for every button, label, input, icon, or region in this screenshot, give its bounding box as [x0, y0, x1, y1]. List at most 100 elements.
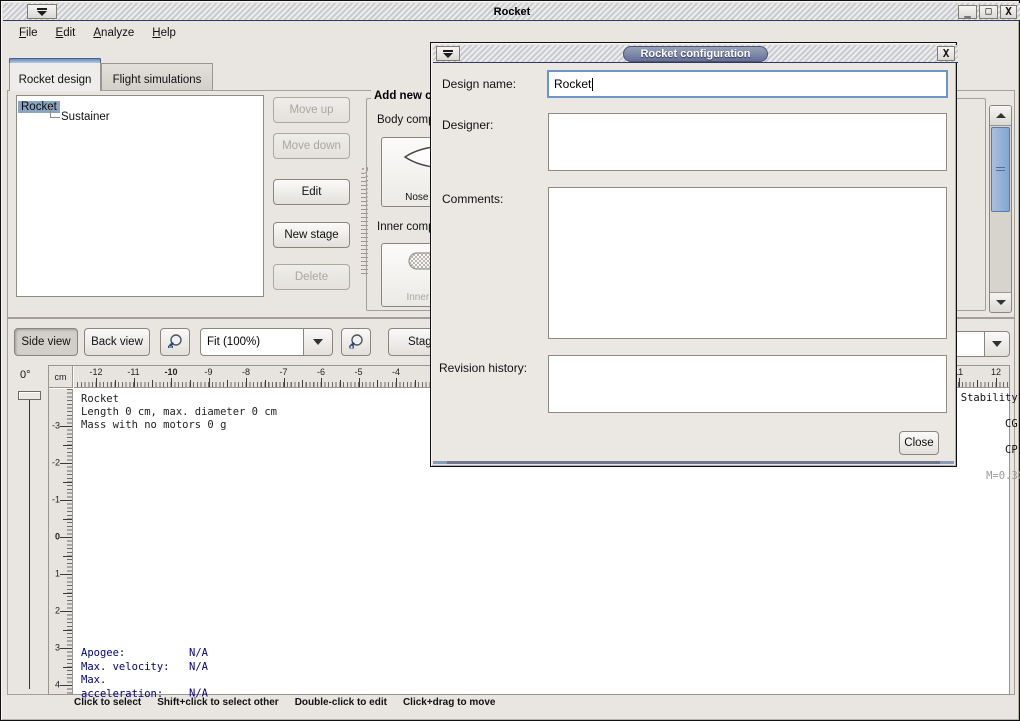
- rotation-slider-thumb[interactable]: [18, 391, 41, 400]
- designer-textarea[interactable]: [548, 113, 947, 171]
- hint-click-select: Click to select: [74, 697, 141, 708]
- ruler-tick: [227, 380, 228, 387]
- rotation-value: 0°: [20, 369, 31, 381]
- menu-help[interactable]: Help: [144, 24, 184, 42]
- ruler-tick: [63, 445, 72, 446]
- ruler-number: -2: [52, 458, 60, 468]
- ruler-tick: [63, 630, 72, 631]
- ruler-tick: [60, 500, 72, 501]
- edit-button[interactable]: Edit: [273, 179, 350, 205]
- scroll-down-icon: [996, 300, 1006, 305]
- ruler-tick: [60, 574, 72, 575]
- design-name-label: Design name:: [442, 77, 516, 91]
- zoom-select[interactable]: Fit (100%): [200, 328, 303, 356]
- ruler-tick: [996, 378, 997, 387]
- new-stage-button[interactable]: New stage: [273, 222, 350, 248]
- hint-double-click: Double-click to edit: [295, 697, 387, 708]
- zoom-out-icon: [166, 333, 184, 351]
- ruler-number: -4: [392, 367, 400, 377]
- menubar: File Edit Analyze Help: [3, 22, 1017, 44]
- ruler-tick: [171, 378, 172, 387]
- maximize-icon: □: [985, 7, 991, 17]
- mass-note: M=0.30: [924, 470, 1020, 483]
- tab-flight-simulations[interactable]: Flight simulations: [101, 63, 213, 91]
- text-caret: [592, 78, 593, 91]
- dialog-close-x-button[interactable]: X: [937, 46, 955, 61]
- ruler-tick: [60, 463, 72, 464]
- ruler-tick: [60, 426, 72, 427]
- scroll-up-icon: [996, 113, 1006, 118]
- components-scrollbar[interactable]: [989, 105, 1012, 313]
- tree-node-sustainer[interactable]: Sustainer: [61, 111, 110, 123]
- comments-textarea[interactable]: [548, 187, 947, 339]
- designer-label: Designer:: [442, 118, 493, 132]
- flight-data-text: Apogee:N/A Max. velocity:N/A Max. accele…: [81, 647, 208, 701]
- ruler-tick: [60, 537, 72, 538]
- close-icon: X: [943, 49, 950, 59]
- component-tree[interactable]: Rocket Sustainer: [16, 95, 264, 297]
- ruler-tick: [63, 482, 72, 483]
- main-titlebar[interactable]: Rocket _ □ X: [3, 3, 1020, 21]
- ruler-tick: [265, 380, 266, 387]
- ruler-number: -6: [317, 367, 325, 377]
- ruler-tick: [63, 519, 72, 520]
- revision-history-textarea[interactable]: [548, 355, 947, 413]
- vertical-ruler: -3-2-101234: [49, 389, 73, 694]
- ruler-tick: [359, 378, 360, 387]
- scroll-down-button[interactable]: [990, 292, 1011, 312]
- ruler-number: -1: [52, 495, 60, 505]
- ruler-number: -7: [279, 367, 287, 377]
- menu-analyze[interactable]: Analyze: [85, 24, 142, 42]
- maximize-button[interactable]: □: [979, 5, 998, 19]
- ruler-number: 1: [55, 569, 60, 579]
- ruler-number: 4: [55, 680, 60, 690]
- ruler-number: 12: [991, 367, 1001, 377]
- minimize-button[interactable]: _: [958, 5, 977, 19]
- delete-button[interactable]: Delete: [273, 264, 350, 290]
- scrollbar-thumb[interactable]: [991, 127, 1010, 212]
- menu-file[interactable]: File: [11, 24, 46, 42]
- side-view-button[interactable]: Side view: [14, 328, 78, 356]
- rocket-config-dialog: Rocket configuration X Design name: Rock…: [430, 42, 957, 467]
- minimize-icon: _: [964, 7, 971, 17]
- ruler-tick: [115, 380, 116, 387]
- design-name-input[interactable]: Rocket: [548, 71, 947, 97]
- ruler-tick: [60, 648, 72, 649]
- dialog-close-button[interactable]: Close: [899, 431, 939, 455]
- scroll-up-button[interactable]: [990, 106, 1011, 126]
- ruler-tick: [209, 378, 210, 387]
- ruler-tick: [284, 378, 285, 387]
- ruler-number: -12: [89, 367, 102, 377]
- ruler-number: 3: [55, 643, 60, 653]
- rotation-slider-track[interactable]: [29, 399, 30, 689]
- back-view-button[interactable]: Back view: [84, 328, 150, 356]
- comments-label: Comments:: [442, 192, 503, 206]
- ruler-tick: [959, 378, 960, 387]
- screen: { "window": { "title": "Rocket", "menu":…: [0, 0, 1020, 721]
- zoom-select-button[interactable]: [303, 328, 333, 356]
- close-button[interactable]: X: [1000, 5, 1017, 19]
- ruler-tick: [63, 556, 72, 557]
- move-up-button[interactable]: Move up: [273, 97, 350, 123]
- ruler-tick: [377, 380, 378, 387]
- tab-rocket-design[interactable]: Rocket design: [9, 58, 101, 91]
- config-select-button[interactable]: [984, 331, 1010, 357]
- ruler-number: 0: [55, 532, 60, 542]
- zoom-out-button[interactable]: [160, 328, 190, 356]
- hint-bar: Click to select Shift+click to select ot…: [74, 697, 495, 708]
- revision-history-label: Revision history:: [439, 361, 527, 375]
- hint-shift-click: Shift+click to select other: [157, 697, 278, 708]
- zoom-in-button[interactable]: [341, 328, 371, 356]
- ruler-tick: [415, 380, 416, 387]
- window-title: Rocket: [3, 6, 1020, 18]
- move-down-button[interactable]: Move down: [273, 133, 350, 159]
- ruler-tick: [340, 380, 341, 387]
- ruler-tick: [60, 611, 72, 612]
- menu-edit[interactable]: Edit: [48, 24, 84, 42]
- ruler-tick: [302, 380, 303, 387]
- hint-click-drag: Click+drag to move: [403, 697, 496, 708]
- scrollbar-grip: [996, 167, 1005, 173]
- ruler-number: -3: [52, 421, 60, 431]
- dialog-resize-edge[interactable]: [433, 461, 954, 464]
- dialog-titlebar[interactable]: Rocket configuration X: [433, 45, 958, 63]
